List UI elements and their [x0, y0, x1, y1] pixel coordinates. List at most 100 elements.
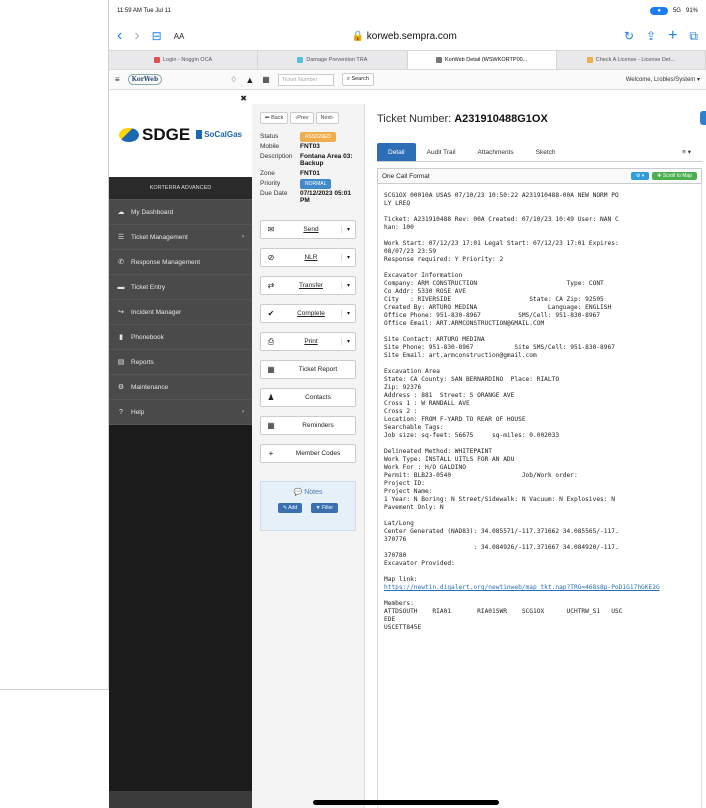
status-time: 11:59 AM Tue Jul 11 [117, 8, 171, 14]
nav-filler [109, 425, 252, 791]
tab-label: KorWeb Detail (WSWKORTP00... [444, 57, 528, 63]
reload-icon[interactable]: ↻ [624, 28, 634, 44]
book-icon[interactable]: ⊟ [152, 28, 162, 44]
back-label: Back [271, 115, 284, 121]
map-link[interactable]: https://newtin.digalert.org/newtinweb/ma… [384, 584, 695, 592]
ticket-report-button[interactable]: ▦ Ticket Report [260, 360, 356, 379]
transfer-button[interactable]: ⇄ Transfer ▾ [260, 276, 356, 295]
nlr-button[interactable]: ⊘ NLR ▾ [260, 248, 356, 267]
complete-button[interactable]: ✔ Complete ▾ [260, 304, 356, 323]
send-button[interactable]: ✉ Send ▾ [260, 220, 356, 239]
filter-notes-button[interactable]: ▼ Filter [310, 503, 339, 513]
sidebar-item[interactable]: ▤ Reports [109, 350, 252, 375]
corner-button[interactable] [700, 111, 706, 125]
sdge-logo: SDGE [119, 125, 190, 145]
tab-sketch[interactable]: Sketch [525, 143, 567, 161]
new-tab-icon[interactable]: + [668, 28, 677, 44]
question-icon: ? [119, 408, 123, 416]
sidebar-item-label: Response Management [131, 258, 201, 266]
text-size-button[interactable]: AA [174, 32, 185, 41]
list-icon: ☰ [117, 234, 125, 241]
member-codes-button[interactable]: + Member Codes [260, 444, 356, 463]
tab-favicon-icon [154, 57, 160, 63]
warning-icon[interactable]: ▲ [245, 75, 254, 85]
brand-logos: ✖ SDGE SoCalGas [109, 92, 252, 177]
print-button[interactable]: ⎙ Print ▾ [260, 332, 356, 351]
scroll-to-map-button[interactable]: ✚ Scroll to Map [652, 172, 697, 180]
welcome-text: Welcome, Lrobles/System [625, 77, 696, 83]
settings-dropdown-button[interactable]: ⚙ ▾ [630, 172, 650, 180]
ticket-number-input[interactable]: Ticket Number [277, 73, 334, 86]
home-indicator [313, 800, 499, 805]
sidebar-item[interactable]: ⚙ Maintenance [109, 375, 252, 400]
sidebar-item-label: My Dashboard [131, 208, 174, 216]
field-row: Priority NORMAL [252, 177, 364, 189]
welcome-user[interactable]: Welcome, Lrobles/System ▾ [626, 76, 700, 83]
tab-label: Damage Prevention TRA [306, 57, 368, 63]
tabs-icon[interactable]: ⧉ [689, 28, 698, 44]
one-call-format-label: One Call Format [382, 172, 430, 180]
sidebar-item[interactable]: ? Help › [109, 400, 252, 425]
lightbulb-icon[interactable]: ♢ [230, 75, 237, 84]
close-icon[interactable]: ✖ [240, 94, 247, 103]
tab-detail[interactable]: Detail [377, 143, 416, 161]
tab-attachments[interactable]: Attachments [467, 143, 525, 161]
browser-tab[interactable]: Check A License - License Det... [557, 51, 706, 69]
field-value-wrap: ASSIGNED [300, 132, 358, 142]
sidebar-item[interactable]: ☁ My Dashboard [109, 200, 252, 225]
forward-icon[interactable]: › [134, 28, 139, 44]
gears-icon: ⚙ [117, 384, 125, 391]
chevron-down-icon[interactable]: ▾ [341, 338, 355, 345]
sidebar-item[interactable]: ☰ Ticket Management › [109, 225, 252, 250]
action-buttons: ✉ Send ▾ ⊘ NLR ▾ ⇄ Transfer ▾ ✔ Complete ▾ ⎙ Print ▾ [252, 220, 364, 351]
field-value: FNT01 [300, 170, 320, 177]
user-icon: ♟ [267, 393, 275, 402]
sidebar-item[interactable]: ✆ Response Management [109, 250, 252, 275]
tab-menu-icon[interactable]: ≡ ▾ [671, 142, 702, 161]
nav-list: ☁ My Dashboard ☰ Ticket Management › ✆ Respons… [109, 200, 252, 425]
chevron-down-icon[interactable]: ▾ [341, 310, 355, 317]
button-label: Reminders [302, 422, 334, 429]
menu-icon[interactable]: ≡ [115, 75, 120, 84]
field-label: Zone [260, 170, 275, 177]
contacts-button[interactable]: ♟ Contacts [260, 388, 356, 407]
notes-title: 💬 Notes [293, 489, 323, 496]
chevron-down-icon[interactable]: ▾ [341, 254, 355, 261]
sidebar-item[interactable]: ▬ Ticket Entry [109, 275, 252, 300]
ticket-text: SCG1OX 00010A USAS 07/10/23 10:50:22 A23… [384, 192, 619, 583]
browser-tab[interactable]: KorWeb Detail (WSWKORTP00... [407, 51, 557, 69]
browser-tab[interactable]: Login - Noggin OCA [109, 51, 259, 69]
sidebar-item-label: Help [131, 408, 145, 416]
back-icon[interactable]: ‹ [117, 28, 122, 44]
transfer-icon: ⇄ [267, 281, 275, 290]
field-row: Zone FNT01 [252, 167, 364, 177]
button-label: Member Codes [295, 450, 341, 457]
field-value-wrap: NORMAL [300, 179, 358, 189]
field-row: Description Fontana Area 03: Backup [252, 150, 364, 167]
field-label: Due Date [260, 190, 288, 197]
ticket-title: Ticket Number: A231910488G1OX [365, 104, 706, 125]
share-icon: ↪ [118, 309, 124, 316]
reminders-button[interactable]: ▦ Reminders [260, 416, 356, 435]
filter-label: Filter [321, 505, 334, 511]
browser-tab[interactable]: Damage Prevention TRA [258, 51, 408, 69]
sidebar-item[interactable]: ▮ Phonebook [109, 325, 252, 350]
chevron-down-icon[interactable]: ▾ [341, 282, 355, 289]
prev-button[interactable]: ‹Prev [290, 112, 314, 124]
chevron-down-icon[interactable]: ▾ [341, 226, 355, 233]
browser-toolbar: ‹ › ⊟ AA 🔒 korweb.sempra.com ↻ ⇪ + ⧉ [109, 22, 706, 50]
share-icon[interactable]: ⇪ [646, 28, 656, 44]
members-text: Members: ATTDSOUTH RIA01 RIA01SWR SCG1OX… [384, 600, 623, 631]
add-note-button[interactable]: ✎ Add [277, 503, 303, 513]
next-button[interactable]: Next› [315, 112, 339, 124]
tab-audit-trail[interactable]: Audit Trail [416, 143, 467, 161]
search-label: Search [351, 76, 369, 82]
korweb-logo: KorWeb [127, 74, 163, 85]
calendar-icon[interactable]: ▦ [262, 75, 270, 84]
search-button[interactable]: ⌕ Search [341, 73, 374, 86]
url-field[interactable]: 🔒 korweb.sempra.com [196, 31, 612, 42]
sidebar-item[interactable]: ↪ Incident Manager [109, 300, 252, 325]
other-buttons: ▦ Ticket Report ♟ Contacts ▦ Reminders + Member… [252, 360, 364, 463]
background-page [0, 0, 109, 690]
back-button[interactable]: ⬅ Back [260, 112, 289, 124]
